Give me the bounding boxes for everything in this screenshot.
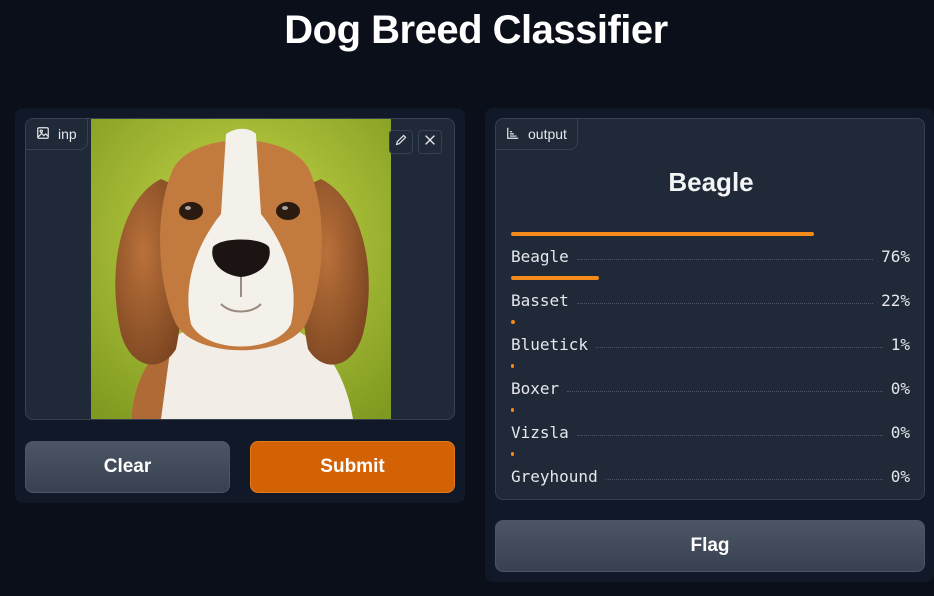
remove-image-button[interactable] — [418, 130, 442, 154]
confidence-item: Bluetick 1% — [511, 320, 910, 364]
confidence-bar — [511, 364, 514, 368]
page-title: Dog Breed Classifier — [284, 8, 668, 52]
confidence-percent: 76% — [881, 247, 910, 266]
dotted-leader — [576, 259, 874, 260]
confidence-bar — [511, 232, 814, 236]
output-panel: output Beagle Beagle 76% Basset 22% Bluetick… — [485, 108, 934, 582]
bar-chart-icon — [506, 126, 520, 143]
confidence-label: Bluetick — [511, 335, 589, 354]
confidence-percent: 0% — [890, 379, 910, 398]
confidence-percent: 22% — [881, 291, 910, 310]
dotted-leader — [596, 347, 883, 348]
image-input[interactable]: inp — [25, 118, 455, 420]
confidence-bar — [511, 276, 599, 280]
submit-button[interactable]: Submit — [250, 441, 455, 493]
pencil-icon — [394, 133, 408, 152]
confidence-item: Basset 22% — [511, 276, 910, 320]
confidence-list: Beagle 76% Basset 22% Bluetick 1% Boxer 0% Vizsl… — [511, 232, 910, 496]
confidence-bar — [511, 408, 514, 412]
confidence-item: Boxer 0% — [511, 364, 910, 408]
input-panel: inp Clear Submit — [15, 108, 465, 503]
dotted-leader — [576, 435, 883, 436]
confidence-bar — [511, 452, 514, 456]
input-label-tag: inp — [26, 119, 88, 150]
image-icon — [36, 126, 50, 143]
confidence-percent: 0% — [890, 467, 910, 486]
confidence-item: Vizsla 0% — [511, 408, 910, 452]
dog-photo — [91, 119, 391, 419]
edit-button[interactable] — [389, 130, 413, 154]
flag-button[interactable]: Flag — [495, 520, 925, 572]
confidence-percent: 1% — [890, 335, 910, 354]
output-label: output — [528, 126, 567, 142]
confidence-item: Greyhound 0% — [511, 452, 910, 496]
confidence-percent: 0% — [890, 423, 910, 442]
dotted-leader — [567, 391, 883, 392]
confidence-label: Boxer — [511, 379, 560, 398]
confidence-item: Beagle 76% — [511, 232, 910, 276]
confidence-bar — [511, 320, 515, 324]
confidence-label: Vizsla — [511, 423, 569, 442]
dotted-leader — [576, 303, 874, 304]
confidence-label: Greyhound — [511, 467, 598, 486]
output-label-tag: output — [496, 119, 578, 150]
confidence-label: Basset — [511, 291, 569, 310]
dotted-leader — [605, 479, 883, 480]
input-label: inp — [58, 126, 77, 142]
predicted-label: Beagle — [668, 167, 754, 197]
close-icon — [423, 133, 437, 152]
confidence-label: Beagle — [511, 247, 569, 266]
label-output: output Beagle Beagle 76% Basset 22% Bluetick… — [495, 118, 925, 500]
clear-button[interactable]: Clear — [25, 441, 230, 493]
